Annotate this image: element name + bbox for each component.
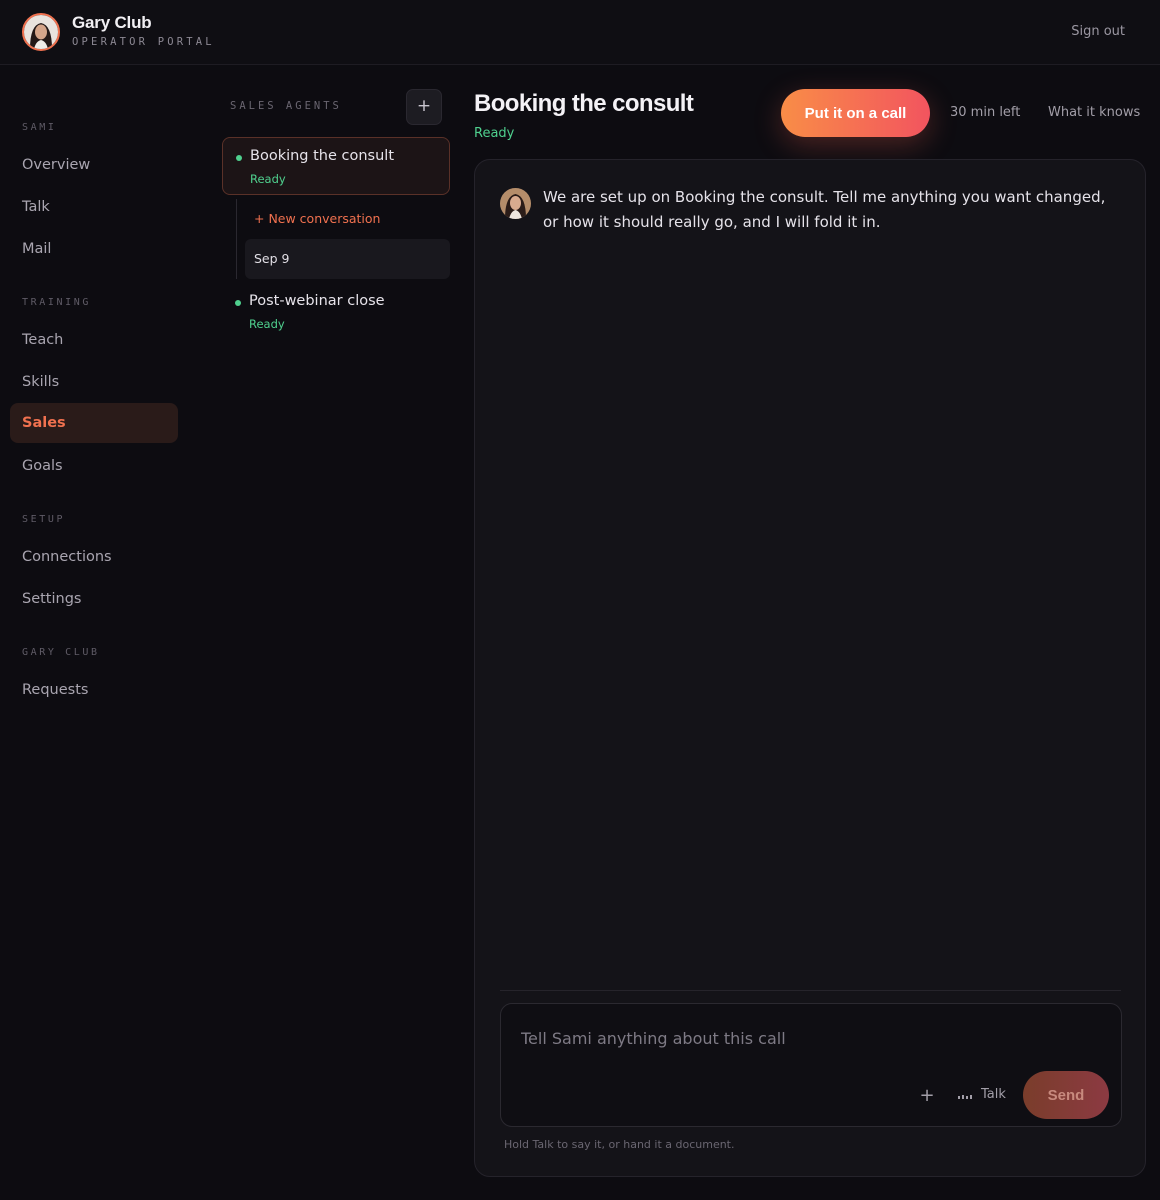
agent-name: Booking the consult xyxy=(250,148,395,164)
page-status: Ready xyxy=(474,126,515,141)
assistant-message: We are set up on Booking the consult. Te… xyxy=(543,188,1106,231)
status-dot xyxy=(235,300,241,306)
agent-item-post-webinar-close[interactable]: Post-webinar close Ready xyxy=(222,283,450,341)
talk-button[interactable]: Talk xyxy=(957,1083,1006,1107)
conversation-item[interactable]: Sep 9 xyxy=(245,239,450,279)
plus-icon: + xyxy=(416,96,432,116)
nav-item-goals[interactable]: Goals xyxy=(10,446,178,486)
send-button[interactable]: Send xyxy=(1023,1071,1109,1119)
attach-button[interactable]: + xyxy=(915,1084,939,1108)
nav-heading-training: TRAINING xyxy=(22,297,91,308)
top-bar: Gary Club OPERATOR PORTAL Sign out xyxy=(0,0,1160,65)
nav-item-overview[interactable]: Overview xyxy=(10,145,178,185)
nav-heading-gary-club: GARY CLUB xyxy=(22,647,100,658)
thread-line xyxy=(236,199,237,279)
sign-out-link[interactable]: Sign out xyxy=(1071,24,1125,39)
sidebar: SAMI Overview Talk Mail TRAINING Teach S… xyxy=(0,65,190,1200)
message-input[interactable] xyxy=(521,1024,1101,1052)
put-on-call-button[interactable]: Put it on a call xyxy=(781,89,930,137)
add-agent-button[interactable]: + xyxy=(406,89,442,125)
nav-heading-setup: SETUP xyxy=(22,514,66,525)
nav-item-teach[interactable]: Teach xyxy=(10,320,178,360)
status-dot xyxy=(236,155,242,161)
brand-title: Gary Club xyxy=(72,13,152,32)
what-it-knows-link[interactable]: What it knows xyxy=(1048,105,1140,120)
chat-panel: We are set up on Booking the consult. Te… xyxy=(474,159,1146,1177)
nav-item-mail[interactable]: Mail xyxy=(10,229,178,269)
talk-label: Talk xyxy=(981,1087,1006,1102)
nav-item-requests[interactable]: Requests xyxy=(10,670,178,710)
time-left-label: 30 min left xyxy=(950,105,1021,120)
plus-icon: + xyxy=(919,1085,935,1106)
nav-item-skills[interactable]: Skills xyxy=(10,362,178,402)
agent-status: Ready xyxy=(249,317,285,331)
brand-subtitle: OPERATOR PORTAL xyxy=(72,36,215,48)
new-conversation-link[interactable]: + New conversation xyxy=(254,211,380,226)
nav-item-sales[interactable]: Sales xyxy=(10,403,178,443)
page-title: Booking the consult xyxy=(474,90,694,117)
nav-item-connections[interactable]: Connections xyxy=(10,537,178,577)
assistant-avatar xyxy=(500,188,531,219)
agent-status: Ready xyxy=(250,172,286,186)
nav-item-talk[interactable]: Talk xyxy=(10,187,178,227)
divider xyxy=(500,990,1121,991)
brand-avatar xyxy=(22,13,60,51)
sales-agents-heading: SALES AGENTS xyxy=(230,100,342,112)
composer-hint: Hold Talk to say it, or hand it a docume… xyxy=(504,1138,735,1151)
agent-name: Post-webinar close xyxy=(249,293,385,309)
composer: + Talk Send xyxy=(500,1003,1122,1127)
waveform-icon xyxy=(958,1095,972,1099)
nav-heading-sami: SAMI xyxy=(22,122,57,133)
nav-item-settings[interactable]: Settings xyxy=(10,579,178,619)
agent-item-booking-the-consult[interactable]: Booking the consult Ready xyxy=(222,137,450,195)
